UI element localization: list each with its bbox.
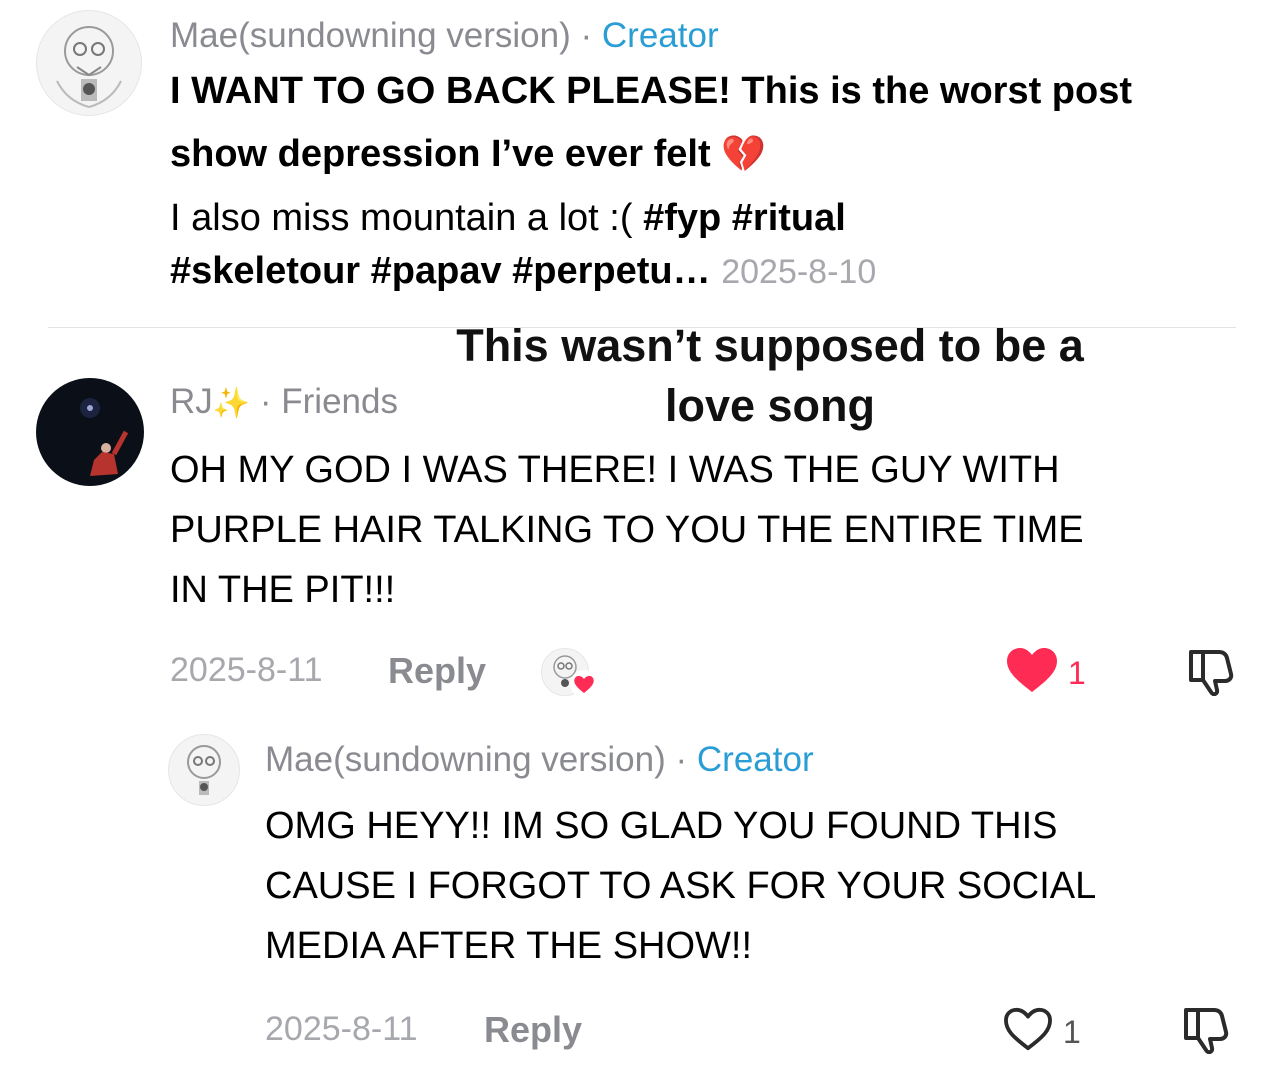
overlay-line2: love song bbox=[664, 380, 876, 431]
post-caption-line4: #skeletour #papav #perpetu… 2025-8-10 bbox=[170, 241, 876, 302]
comment-like-count: 1 bbox=[1068, 655, 1086, 691]
skull-art-icon bbox=[56, 26, 122, 109]
overlay-line1: This wasn’t supposed to be a bbox=[456, 320, 1084, 371]
post-author-name[interactable]: Mae(sundowning version) bbox=[170, 16, 571, 55]
reply-author-name[interactable]: Mae(sundowning version) bbox=[265, 740, 666, 779]
reply-date: 2025-8-11 bbox=[265, 1010, 418, 1048]
heart-filled-icon[interactable] bbox=[1005, 646, 1059, 694]
rj-avatar[interactable] bbox=[36, 378, 144, 486]
comment-date: 2025-8-11 bbox=[170, 651, 323, 689]
post-caption-line3: I also miss mountain a lot :( #fyp #ritu… bbox=[170, 188, 846, 248]
separator-dot: · bbox=[580, 16, 593, 55]
reply-reply-button[interactable]: Reply bbox=[484, 1009, 582, 1051]
separator-dot: · bbox=[259, 382, 272, 421]
video-overlay-caption: This wasn’t supposed to be a love song bbox=[420, 316, 1120, 436]
comment-text: OH MY GOD I WAS THERE! I WAS THE GUY WIT… bbox=[170, 440, 1084, 620]
creator-liked-badge bbox=[541, 648, 601, 698]
comment-text-line1: OH MY GOD I WAS THERE! I WAS THE GUY WIT… bbox=[170, 449, 1060, 491]
thumbs-down-icon[interactable] bbox=[1180, 1006, 1234, 1054]
comment-reply-button[interactable]: Reply bbox=[388, 650, 486, 692]
comment-text-line2: PURPLE HAIR TALKING TO YOU THE ENTIRE TI… bbox=[170, 509, 1084, 551]
post-date: 2025-8-10 bbox=[721, 253, 877, 291]
small-heart-icon bbox=[570, 670, 598, 698]
reply-text-line1: OMG HEYY!! IM SO GLAD YOU FOUND THIS bbox=[265, 805, 1058, 847]
reply-text-line3: MEDIA AFTER THE SHOW!! bbox=[265, 925, 753, 967]
skull-art-icon bbox=[187, 745, 221, 795]
comment-author-name[interactable]: RJ bbox=[170, 382, 213, 421]
post-author-line: Mae(sundowning version) · Creator bbox=[170, 16, 719, 56]
sparkles-icon: ✨ bbox=[212, 387, 251, 420]
friends-badge: Friends bbox=[281, 382, 398, 421]
post-caption-line2: show depression I’ve ever felt 💔 bbox=[170, 124, 766, 184]
post-hashtags-more[interactable]: #skeletour #papav #perpetu… bbox=[170, 250, 711, 292]
creator-badge: Creator bbox=[601, 16, 719, 55]
post-caption-line2-text: show depression I’ve ever felt bbox=[170, 133, 711, 175]
comment-author-line: RJ✨ · Friends bbox=[170, 382, 398, 422]
post-caption-line1: I WANT TO GO BACK PLEASE! This is the wo… bbox=[170, 70, 1133, 112]
heart-outline-icon[interactable] bbox=[1002, 1006, 1054, 1052]
broken-heart-icon: 💔 bbox=[721, 133, 767, 174]
creator-badge: Creator bbox=[696, 740, 814, 779]
reply-author-line: Mae(sundowning version) · Creator bbox=[265, 740, 814, 780]
thumbs-down-icon[interactable] bbox=[1185, 648, 1239, 696]
creator-avatar[interactable] bbox=[36, 10, 142, 116]
reply-text: OMG HEYY!! IM SO GLAD YOU FOUND THIS CAU… bbox=[265, 796, 1096, 976]
separator-dot: · bbox=[675, 740, 688, 779]
reply-like-count: 1 bbox=[1063, 1014, 1081, 1050]
post-caption-line3-text: I also miss mountain a lot :( bbox=[170, 197, 644, 239]
comment-text-line3: IN THE PIT!!! bbox=[170, 569, 396, 611]
post-hashtags[interactable]: #fyp #ritual bbox=[643, 197, 846, 239]
reply-creator-avatar[interactable] bbox=[168, 734, 240, 806]
reply-text-line2: CAUSE I FORGOT TO ASK FOR YOUR SOCIAL bbox=[265, 865, 1097, 907]
concert-photo-icon bbox=[80, 398, 129, 476]
